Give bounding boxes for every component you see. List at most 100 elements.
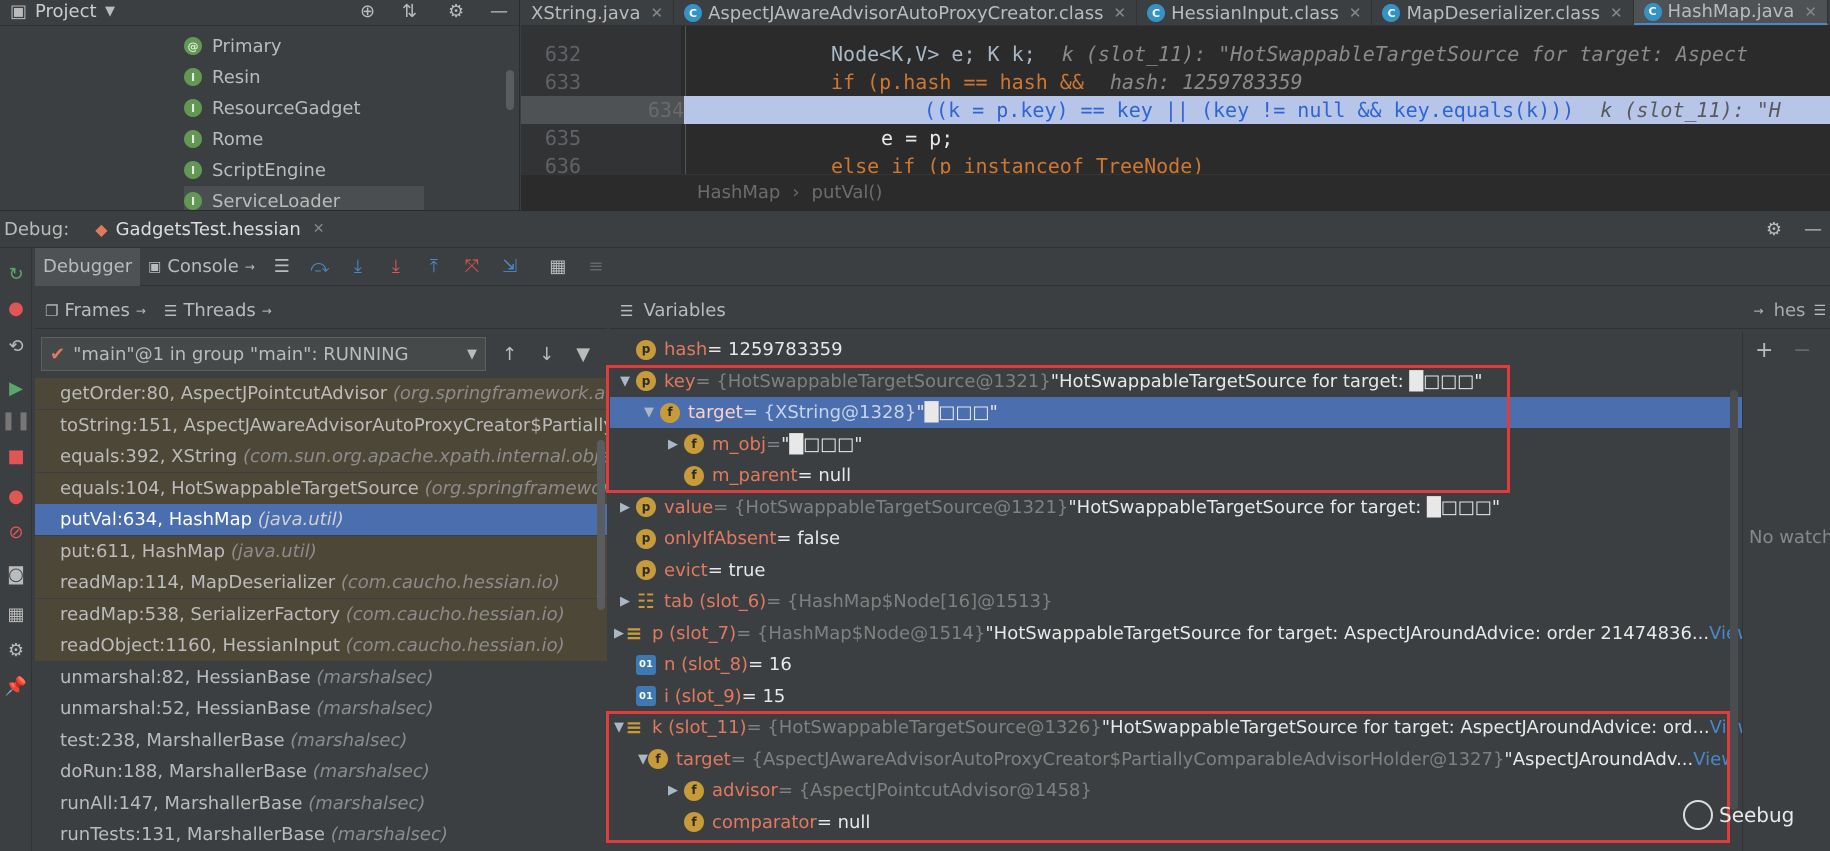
variable-row[interactable]: ▶ p value = {HotSwappableTargetSource@1321… [610,492,1742,523]
frame-row[interactable]: runTests:131, MarshallerBase (marshalsec… [35,819,607,850]
resume-icon[interactable]: ▶ [4,376,28,400]
stop-icon[interactable]: ■ [4,444,28,468]
close-icon[interactable]: ✕ [651,4,664,22]
tab-hessianinput[interactable]: C HessianInput.class ✕ [1137,0,1373,25]
frame-row[interactable]: put:611, HashMap (java.util) [35,535,607,567]
frame-row[interactable]: doRun:188, MarshallerBase (marshalsec) [35,756,607,787]
frame-row[interactable]: equals:104, HotSwappableTargetSource (or… [35,472,607,504]
variable-row[interactable]: p evict = true [610,555,1742,586]
tab-xstring[interactable]: XString.java ✕ [521,0,675,25]
force-step-into-icon[interactable]: ⤓ [377,248,415,286]
close-icon[interactable]: ✕ [1349,4,1362,22]
pause-icon[interactable]: ❚❚ [1,408,31,432]
evaluate-icon[interactable]: ▦ [539,248,577,286]
tree-item[interactable]: I ResourceGadget [184,93,361,123]
tab-watches[interactable]: hes [1774,300,1806,321]
frame-row[interactable]: runAll:147, MarshallerBase (marshalsec) [35,788,607,819]
expand-toggle-icon[interactable]: ▶ [614,586,636,617]
session-tab[interactable]: GadgetsTest.hessian [116,219,301,240]
breakpoint-counter-icon[interactable]: ● [4,296,28,320]
frame-row[interactable]: equals:392, XString (com.sun.org.apache.… [35,441,607,472]
tab-variables[interactable]: Variables [643,300,725,321]
trace-icon[interactable]: ≡ [577,248,615,286]
threads-icon: ☰ [163,301,178,320]
filter-icon[interactable]: ▼ [576,344,590,365]
frame-row[interactable]: readMap:538, SerializerFactory (com.cauc… [35,598,607,630]
frame-row[interactable]: test:238, MarshallerBase (marshalsec) [35,725,607,756]
chevron-down-icon[interactable]: ▼ [105,0,115,24]
variable-row[interactable]: p onlyIfAbsent = false [610,523,1742,554]
variable-row[interactable]: 01 i (slot_9) = 15 [610,681,1742,712]
mute-breakpoints-icon[interactable]: ⊘ [4,520,28,544]
rerun-icon[interactable]: ↻ [4,262,28,286]
frame-row[interactable]: unmarshal:52, HessianBase (marshalsec) [35,693,607,724]
breadcrumb-class[interactable]: HashMap [697,182,780,203]
variable-row[interactable]: ▶ ☷ tab (slot_6) = {HashMap$Node[16]@1513} [610,586,1742,617]
close-icon[interactable]: ✕ [1114,4,1127,22]
variable-row[interactable]: p hash = 1259783359 [610,334,1742,365]
close-icon[interactable]: ✕ [1804,3,1817,21]
frame-package: (marshalsec) [302,792,426,814]
tree-item[interactable]: I Resin [184,62,261,92]
up-arrow-icon[interactable]: ↑ [502,344,517,365]
frame-row[interactable]: readMap:114, MapDeserializer (com.caucho… [35,567,607,598]
pin-icon[interactable]: 📌 [4,674,28,698]
project-title[interactable]: Project [35,0,97,24]
tab-mapdeserializer[interactable]: C MapDeserializer.class ✕ [1372,0,1634,25]
close-icon[interactable]: ✕ [313,221,325,237]
tab-frames[interactable]: Frames [64,300,129,321]
tab-debugger[interactable]: Debugger [35,247,141,286]
variable-row[interactable]: 01 n (slot_8) = 16 [610,649,1742,680]
drop-frame-icon[interactable]: ⤧ [453,248,491,286]
frame-row[interactable]: unmarshal:82, HessianBase (marshalsec) [35,662,607,693]
frame-method: toString:151, AspectJAwareAdvisorAutoPro… [60,414,607,436]
frame-row[interactable]: readObject:1160, HessianInput (com.cauch… [35,630,607,661]
tab-aspectj[interactable]: C AspectJAwareAdvisorAutoProxyCreator.cla… [674,0,1138,25]
camera-icon[interactable]: ◙ [4,562,28,586]
tab-console[interactable]: ▣ Console → [140,248,263,286]
tree-item[interactable]: I ServiceLoader [184,186,424,210]
tab-threads[interactable]: Threads [183,300,255,321]
minimize-icon[interactable]: — [490,0,508,24]
class-icon: C [1643,2,1662,21]
tab-hashmap[interactable]: C HashMap.java ✕ [1633,0,1828,25]
tree-item[interactable]: @ Primary [184,31,282,61]
menu-icon[interactable]: ☰ [1813,303,1826,319]
add-icon[interactable]: + [1755,338,1773,363]
close-icon[interactable]: ✕ [1610,4,1623,22]
layout-icon[interactable]: ▦ [4,602,28,626]
step-into-icon[interactable]: ⤓ [339,248,377,286]
pin-tab-icon[interactable]: → [136,304,146,318]
frame-package: (marshalsec) [325,824,448,845]
expand-toggle-icon[interactable]: ▶ [614,492,636,523]
run-to-cursor-icon[interactable]: ⇲ [491,248,529,286]
scrollbar[interactable] [1730,390,1738,810]
collapse-icon[interactable]: ⇅ [402,0,417,24]
step-out-icon[interactable]: ⤒ [415,248,453,286]
step-over-icon[interactable]: ⤼ [301,248,339,286]
variable-row[interactable]: ▶ ≡ p (slot_7) = {HashMap$Node@1514} "HotS… [610,618,1742,649]
view-breakpoints-icon[interactable]: ● [4,484,28,508]
target-icon[interactable]: ⊕ [360,0,375,24]
gear-icon[interactable]: ⚙ [448,0,464,24]
restore-icon[interactable]: ⟲ [4,334,28,358]
scrollbar[interactable] [597,440,605,610]
settings-icon[interactable]: ⚙ [4,638,28,662]
breadcrumb-method[interactable]: putVal() [812,182,883,203]
pin-tab-icon[interactable]: → [262,304,272,318]
down-arrow-icon[interactable]: ↓ [539,344,554,365]
expand-toggle-icon[interactable]: ▶ [614,618,624,649]
frame-row[interactable]: getOrder:80, AspectJPointcutAdvisor (org… [35,378,607,409]
scrollbar[interactable] [506,70,514,110]
remove-icon[interactable]: − [1793,338,1811,363]
pin-tab-icon[interactable]: → [1754,304,1764,318]
tree-item[interactable]: I ScriptEngine [184,155,326,185]
menu-icon[interactable]: ☰ [263,248,301,286]
frame-row[interactable]: putVal:634, HashMap (java.util) [35,504,607,535]
gear-icon[interactable]: ⚙ [1766,219,1782,240]
minimize-icon[interactable]: — [1804,219,1822,240]
pin-tab-icon[interactable]: → [245,260,255,274]
tree-item[interactable]: I Rome [184,124,263,154]
frame-row[interactable]: toString:151, AspectJAwareAdvisorAutoPro… [35,409,607,441]
thread-select[interactable]: ✔ "main"@1 in group "main": RUNNING ▼ [41,337,486,371]
